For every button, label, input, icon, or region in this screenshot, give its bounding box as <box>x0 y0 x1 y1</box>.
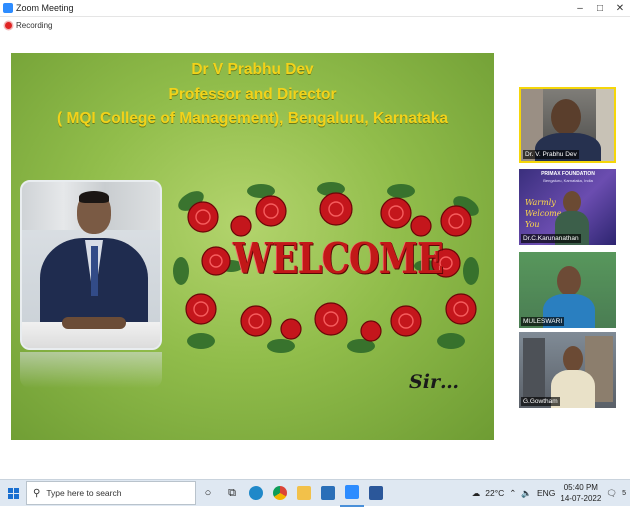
participant-name: G.Gowtham <box>521 397 560 406</box>
recording-label: Recording <box>16 21 53 30</box>
participant-name: Dr.C.Karunanathan <box>521 234 581 243</box>
search-icon: ⚲ <box>33 487 41 499</box>
volume-icon[interactable]: 🔈 <box>521 488 532 499</box>
clock-date: 14-07-2022 <box>560 494 602 503</box>
meeting-stage: Recording Dr V Prabhu Dev Professor and … <box>0 17 630 479</box>
window-titlebar: Zoom Meeting – □ ✕ <box>0 0 630 17</box>
start-button[interactable] <box>0 480 26 507</box>
recording-indicator[interactable]: Recording <box>5 21 52 30</box>
participant-tile[interactable]: PRIMAX FOUNDATION Bengaluru, Karnataka, … <box>519 169 616 245</box>
word-icon[interactable] <box>364 480 388 507</box>
clock[interactable]: 05:40 PM 14-07-2022 <box>560 482 601 504</box>
window-title: Zoom Meeting <box>16 3 74 13</box>
window-controls: – □ ✕ <box>570 3 630 14</box>
weather-icon[interactable]: ☁ <box>472 488 481 499</box>
weather-temp[interactable]: 22°C <box>485 488 504 498</box>
chrome-icon[interactable] <box>268 480 292 507</box>
windows-logo-icon <box>7 487 19 499</box>
task-view-icon[interactable]: ⧉ <box>220 480 244 507</box>
photos-icon[interactable] <box>316 480 340 507</box>
file-explorer-icon[interactable] <box>292 480 316 507</box>
cortana-icon[interactable]: ○ <box>196 480 220 507</box>
notification-icon[interactable]: 🗨 <box>606 488 617 499</box>
close-button[interactable]: ✕ <box>610 3 630 14</box>
slide-name: Dr V Prabhu Dev <box>191 61 314 78</box>
system-tray: ☁ 22°C ⌃ 🔈 ENG 05:40 PM 14-07-2022 🗨 5 <box>472 482 630 504</box>
slide-institution: ( MQI College of Management), Bengaluru,… <box>56 110 448 127</box>
zoom-app-icon <box>3 3 13 13</box>
welcome-text: WELCOME <box>233 234 444 283</box>
participant-tile[interactable]: MULESWARI <box>519 252 616 328</box>
participant-tile[interactable]: G.Gowtham <box>519 332 616 408</box>
shared-screen: Dr V Prabhu Dev Professor and Director (… <box>11 53 494 440</box>
clock-time: 05:40 PM <box>563 483 598 492</box>
language-indicator[interactable]: ENG <box>537 488 555 498</box>
search-placeholder: Type here to search <box>46 488 122 498</box>
notification-count: 5 <box>622 489 626 497</box>
banner-title: PRIMAX FOUNDATION <box>541 171 595 177</box>
maximize-button[interactable]: □ <box>590 3 610 14</box>
photo-reflection <box>20 352 162 388</box>
windows-taskbar: ⚲ Type here to search ○ ⧉ ☁ 22°C ⌃ 🔈 ENG… <box>0 479 630 507</box>
slide-designation: Professor and Director <box>168 86 337 103</box>
participant-tile-active-speaker[interactable]: Dr. V. Prabhu Dev <box>519 87 616 163</box>
signoff-text: Sir… <box>409 371 459 393</box>
zoom-taskbar-icon[interactable] <box>340 480 364 507</box>
record-dot-icon <box>5 22 12 29</box>
participant-name: Dr. V. Prabhu Dev <box>523 150 579 159</box>
participant-name: MULESWARI <box>521 317 565 326</box>
minimize-button[interactable]: – <box>570 3 590 14</box>
chevron-up-icon[interactable]: ⌃ <box>509 488 516 499</box>
edge-icon[interactable] <box>244 480 268 507</box>
taskbar-search-box[interactable]: ⚲ Type here to search <box>26 481 196 505</box>
speaker-photo <box>20 180 162 350</box>
banner-subtitle: Bengaluru, Karnataka, India <box>543 178 593 183</box>
